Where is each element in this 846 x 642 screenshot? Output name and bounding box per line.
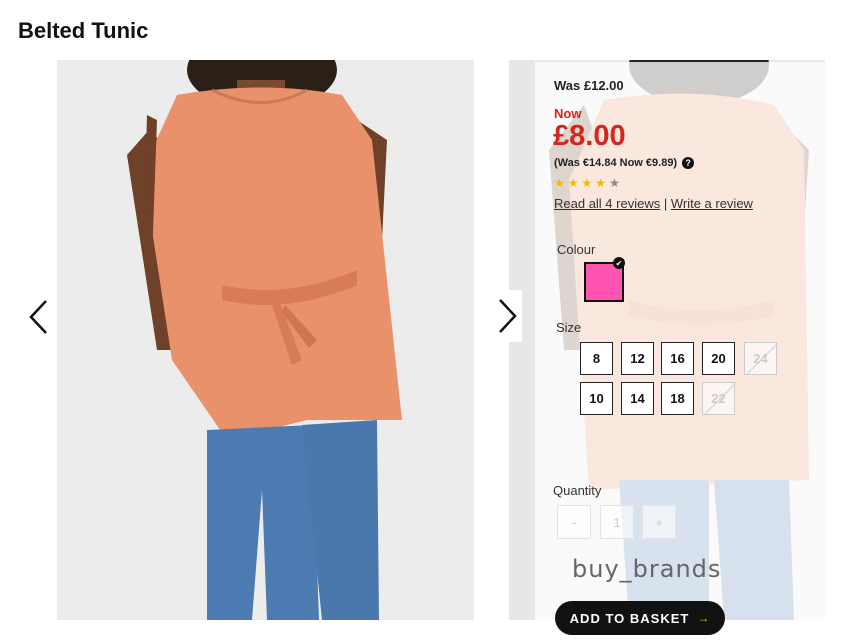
euro-conversion: (Was €14.84 Now €9.89) ? — [554, 157, 695, 169]
watermark: buy_brands — [572, 555, 722, 583]
size-option[interactable]: 14 — [621, 382, 654, 415]
read-reviews-link[interactable]: Read all 4 reviews — [554, 196, 660, 211]
star-icon: ★ — [595, 176, 607, 190]
check-icon: ✔ — [613, 257, 625, 269]
star-rating: ★ ★ ★ ★ ★ — [554, 176, 620, 190]
product-info-panel: Was £12.00 Now £8.00 (Was €14.84 Now €9.… — [535, 62, 825, 642]
euro-conversion-text: (Was €14.84 Now €9.89) — [554, 157, 678, 169]
quantity-label: Quantity — [553, 483, 602, 498]
size-option[interactable]: 20 — [702, 342, 735, 375]
next-image-button[interactable] — [492, 290, 522, 342]
current-price: £8.00 — [553, 120, 626, 152]
write-review-link[interactable]: Write a review — [671, 196, 753, 211]
star-icon: ★ — [609, 176, 620, 190]
size-option[interactable]: 18 — [661, 382, 694, 415]
chevron-left-icon — [29, 300, 47, 334]
was-price: Was £12.00 — [554, 78, 624, 93]
reviews-links: Read all 4 reviews | Write a review — [554, 196, 753, 211]
size-option[interactable]: 10 — [580, 382, 613, 415]
add-to-basket-button[interactable]: ADD TO BASKET → — [555, 601, 725, 635]
quantity-decrease-button[interactable]: - — [557, 505, 591, 539]
prev-image-button[interactable] — [24, 291, 54, 343]
star-icon: ★ — [581, 176, 593, 190]
page-title: Belted Tunic — [18, 18, 149, 43]
reviews-separator: | — [660, 196, 671, 211]
product-photo — [57, 60, 474, 620]
arrow-right-icon: → — [697, 611, 711, 625]
product-image-main[interactable] — [57, 60, 474, 620]
size-option[interactable]: 8 — [580, 342, 613, 375]
star-icon: ★ — [567, 176, 579, 190]
chevron-right-icon — [499, 299, 517, 333]
star-icon: ★ — [554, 176, 565, 190]
size-option-unavailable[interactable]: 24 — [744, 342, 777, 375]
add-to-basket-label: ADD TO BASKET — [569, 610, 690, 626]
help-icon[interactable]: ? — [682, 157, 695, 169]
colour-label: Colour — [557, 242, 596, 257]
size-option-unavailable[interactable]: 22 — [702, 382, 735, 415]
size-option[interactable]: 16 — [661, 342, 694, 375]
size-label: Size — [556, 320, 582, 335]
now-label: Now — [554, 106, 582, 121]
quantity-increase-button[interactable]: + — [642, 505, 676, 539]
quantity-input[interactable]: 1 — [600, 505, 634, 539]
size-option[interactable]: 12 — [621, 342, 654, 375]
